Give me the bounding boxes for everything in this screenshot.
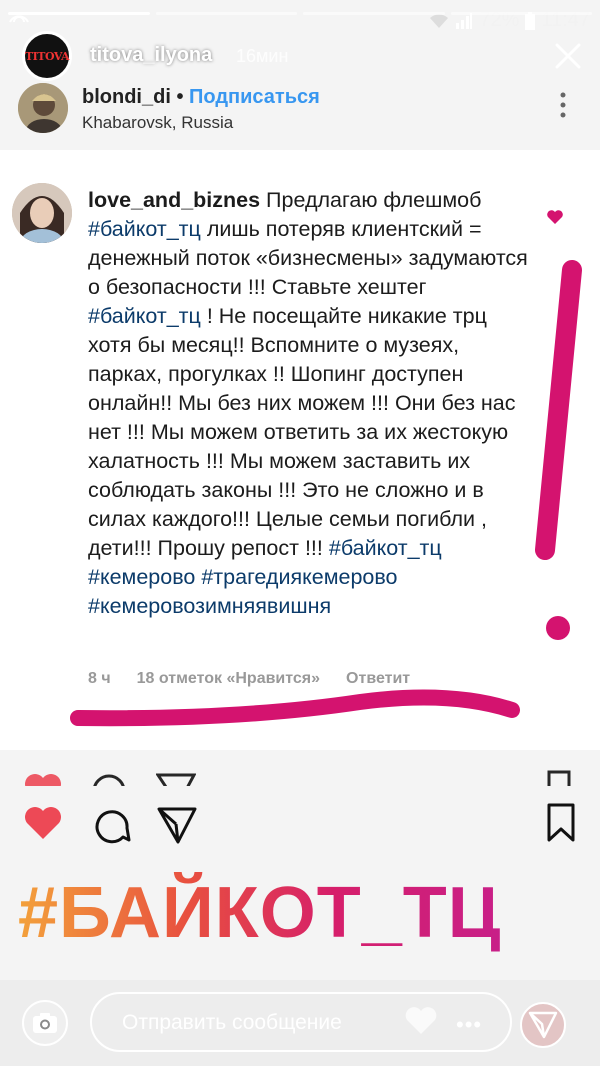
progress-segment bbox=[155, 12, 297, 15]
progress-segment bbox=[8, 12, 150, 15]
story-time: 16мин bbox=[236, 46, 289, 66]
user-photo bbox=[18, 83, 68, 133]
post-username-line: blondi_di • Подписаться bbox=[82, 86, 320, 109]
share-icon[interactable] bbox=[156, 804, 198, 846]
comment-card: love_and_biznes Предлагаю флешмоб #байко… bbox=[0, 150, 600, 750]
bookmark-icon[interactable] bbox=[540, 802, 582, 844]
comment-icon[interactable] bbox=[90, 804, 132, 846]
more-reactions-button[interactable]: ••• bbox=[456, 1012, 482, 1038]
camera-icon bbox=[33, 1013, 57, 1033]
progress-segment bbox=[450, 12, 592, 15]
hashtag-sticker[interactable]: #БАЙКОТ_ТЦ bbox=[18, 872, 501, 954]
reply-bar bbox=[0, 980, 600, 1066]
post-location[interactable]: Khabarovsk, Russia bbox=[82, 113, 233, 133]
post-header: blondi_di • Подписаться Khabarovsk, Russ… bbox=[0, 80, 600, 150]
close-icon[interactable] bbox=[554, 42, 582, 70]
quick-heart-icon[interactable] bbox=[404, 1006, 438, 1036]
send-icon bbox=[528, 1011, 558, 1039]
story-avatar[interactable]: TITOVA bbox=[22, 31, 72, 81]
camera-button[interactable] bbox=[22, 1000, 68, 1046]
avatar-logo-text: TITOVA bbox=[24, 49, 70, 63]
message-input[interactable] bbox=[120, 1006, 394, 1040]
progress-segment bbox=[303, 12, 445, 15]
post-avatar[interactable] bbox=[18, 83, 68, 133]
comment-icon bbox=[93, 774, 125, 786]
story-header: TITOVA titova_ilyona 16мин bbox=[0, 28, 600, 88]
share-icon bbox=[156, 773, 196, 786]
follow-button[interactable]: Подписаться bbox=[189, 86, 320, 108]
like-heart-icon[interactable] bbox=[22, 802, 64, 844]
bookmark-icon bbox=[547, 770, 571, 786]
story-viewer: 72% 11:47 TITOVA titova_ilyona 16мин blo… bbox=[0, 0, 600, 1066]
story-progress bbox=[8, 12, 592, 15]
story-username[interactable]: titova_ilyona bbox=[90, 44, 212, 67]
separator-dot: • bbox=[176, 86, 184, 108]
drawn-annotation bbox=[70, 260, 582, 727]
ghost-action-row bbox=[0, 766, 600, 786]
post-action-bar bbox=[0, 800, 600, 850]
more-options-icon[interactable] bbox=[560, 92, 566, 118]
send-button[interactable] bbox=[520, 1002, 566, 1048]
message-box[interactable] bbox=[90, 992, 512, 1052]
post-username[interactable]: blondi_di bbox=[82, 86, 171, 108]
heart-icon bbox=[25, 774, 61, 786]
